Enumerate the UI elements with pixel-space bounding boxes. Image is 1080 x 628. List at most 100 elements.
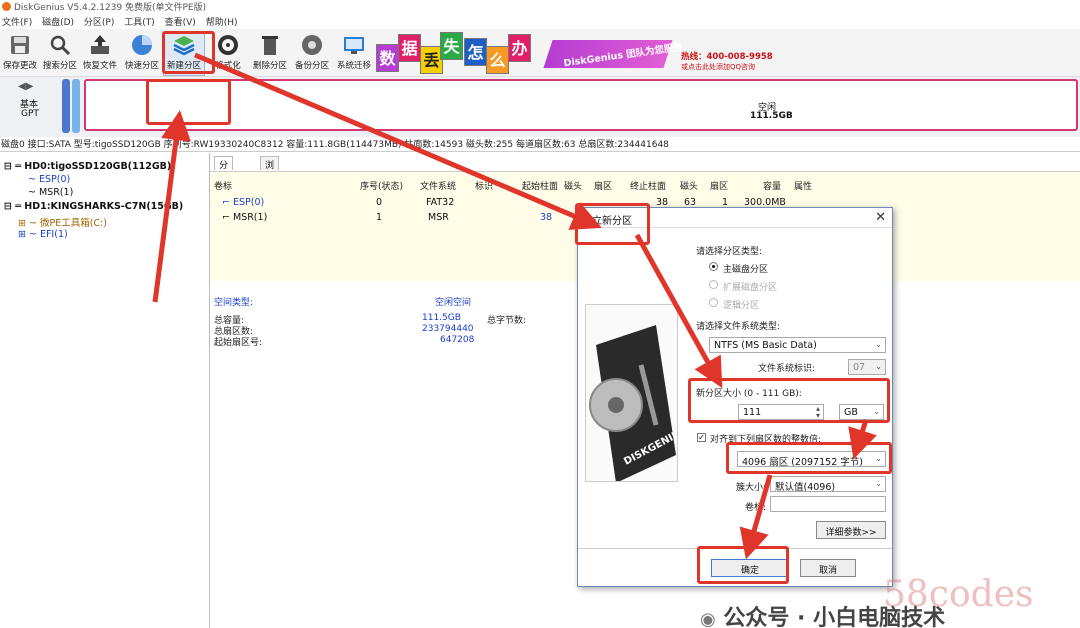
tree-item-esp-label: ESP(0) [38,174,71,185]
menu-file[interactable]: 文件(F) [0,14,37,28]
quick-partition-button[interactable]: 快速分区 [122,33,162,75]
backup-partition-label: 备份分区 [294,61,329,71]
msr-partition-block[interactable] [72,79,80,133]
banner-tile: 据 [398,34,421,62]
cluster-size-value: 默认值(4096) [775,482,836,492]
window-title: DiskGenius V5.4.2.1239 免费版(单文件PE版) [14,3,207,13]
highlight-align-field [726,442,892,474]
banner-phone: 热线：400-008-9958 [681,52,773,62]
quick-partition-label: 快速分区 [124,61,159,71]
esp-partition-block[interactable] [62,79,70,133]
align-checkbox[interactable]: ✓ [697,433,706,442]
banner-tile: 数 [376,44,399,72]
system-migrate-button[interactable]: 系统迁移 [334,33,374,75]
extended-partition-radio[interactable] [709,280,718,289]
tree-item-hd0-label: HD0:tigoSSD120GB(112GB) [24,161,172,172]
advanced-params-button[interactable]: 详细参数>> [816,521,886,539]
partition-type-label: 请选择分区类型: [696,247,763,257]
save-changes-button[interactable]: 保存更改 [0,33,40,75]
banner-ad[interactable]: 数 据 丢 失 怎 么 办 DiskGenius 团队为您服务 热线：400-0… [376,30,788,74]
col-volume: 卷标 [214,182,233,192]
highlight-free-region [146,79,231,125]
disk-info-line: 磁盘0 接口:SATA 型号:tigoSSD120GB 序列号:RW193302… [0,137,1080,152]
wechat-watermark-text: 公众号 · 小白电脑技术 [723,606,946,628]
volume-label-input[interactable] [770,496,886,512]
tree-item-msr[interactable]: ~ MSR(1) [28,187,73,198]
chevron-down-icon: ⌄ [875,479,882,488]
highlight-dialog-title [575,203,650,245]
logical-partition-radio[interactable] [709,298,718,307]
disk-tree: ⊟ ═ HD0:tigoSSD120GB(112GB) ~ ESP(0) ~ M… [0,153,210,628]
tree-item-hd0[interactable]: ⊟ ═ HD0:tigoSSD120GB(112GB) [4,161,171,172]
banner-tile: 办 [508,34,531,62]
row-fs: MSR [428,212,449,223]
format-icon [218,35,238,55]
fs-type-label: 请选择文件系统类型: [696,322,781,332]
recover-files-label: 恢复文件 [82,61,117,71]
primary-partition-radio[interactable] [709,262,718,271]
tab-browse-files[interactable]: 浏览文件 [260,156,280,210]
delete-partition-button[interactable]: 删除分区 [250,33,290,75]
app-logo-icon [2,2,11,11]
extended-partition-label: 扩展磁盘分区 [723,283,778,293]
free-space-size: 111.5GB [750,111,793,121]
primary-partition-label: 主磁盘分区 [723,265,769,275]
fs-id-value: 07 [853,362,866,373]
banner-qq[interactable]: 或点击此处添加QQ咨询 [681,62,755,72]
save-changes-label: 保存更改 [2,61,37,71]
chevron-down-icon: ⌄ [875,362,882,371]
tree-item-pe-label: 微PE工具箱(C:) [39,218,107,229]
disk-nav-arrows-icon[interactable]: ◀▶ [18,81,33,92]
free-bytes-label: 总字节数: [487,316,527,326]
recover-files-button[interactable]: 恢复文件 [80,33,120,75]
banner-tile: 失 [440,32,463,60]
menu-bar: 文件(F) 磁盘(D) 分区(P) 工具(T) 查看(V) 帮助(H) [0,14,1080,29]
menu-disk[interactable]: 磁盘(D) [40,14,79,28]
banner-tile: 怎 [464,38,487,66]
tree-item-hd1-label: HD1:KINGSHARKS-C7N(15GB) [24,201,184,212]
recover-icon [91,35,109,54]
row-name: ⌐ MSR(1) [222,212,268,223]
volume-label-label: 卷标: [745,503,767,513]
wechat-watermark: ◉ 公众号 · 小白电脑技术 [700,600,945,628]
cancel-button[interactable]: 取消 [800,559,856,577]
tree-item-hd1[interactable]: ⊟ ═ HD1:KINGSHARKS-C7N(15GB) [4,201,183,212]
menu-tools[interactable]: 工具(T) [122,14,160,28]
free-space-block[interactable] [84,79,1078,131]
fs-id-select[interactable]: 07 ⌄ [848,359,886,375]
system-migrate-label: 系统迁移 [336,61,371,71]
tree-item-pe[interactable]: ⊞ ~ 微PE工具箱(C:) [18,215,107,229]
menu-help[interactable]: 帮助(H) [204,14,243,28]
free-start-value: 647208 [440,335,475,345]
tree-item-efi[interactable]: ⊞ ~ EFI(1) [18,229,68,240]
col-size: 容量 [763,182,782,192]
free-type-label: 空间类型: [214,298,254,308]
highlight-ok-button [697,546,789,584]
search-partition-button[interactable]: 搜索分区 [40,33,80,75]
col-start-cyl: 起始柱面 [522,182,559,192]
tree-item-esp[interactable]: ~ ESP(0) [28,174,70,185]
row-name: ⌐ ESP(0) [222,197,265,208]
col-end-cyl: 终止柱面 [630,182,667,192]
menu-partition[interactable]: 分区(P) [82,14,119,28]
col-fs: 文件系统 [420,182,457,192]
logical-partition-label: 逻辑分区 [723,301,760,311]
tab-partition-params[interactable]: 分区参数 [214,156,234,210]
disk-type-line2: GPT [21,109,39,119]
search-icon [50,35,71,56]
fs-id-label: 文件系统标识: [758,364,816,374]
close-icon[interactable]: ✕ [875,210,886,225]
fs-type-select[interactable]: NTFS (MS Basic Data) ⌄ [709,337,886,353]
free-start-label: 起始扇区号: [214,338,263,348]
row-fs: FAT32 [426,197,455,208]
menu-view[interactable]: 查看(V) [163,14,201,28]
col-index: 序号(状态) [360,182,404,192]
col-head2: 磁头 [680,182,699,192]
delete-icon [262,36,278,55]
col-id: 标识 [475,182,494,192]
window-title-bar: DiskGenius V5.4.2.1239 免费版(单文件PE版) [0,0,1080,14]
free-total-value: 111.5GB [422,313,461,323]
backup-partition-button[interactable]: 备份分区 [292,33,332,75]
cluster-size-select[interactable]: 默认值(4096) ⌄ [770,476,886,492]
highlight-size-field [688,378,890,423]
